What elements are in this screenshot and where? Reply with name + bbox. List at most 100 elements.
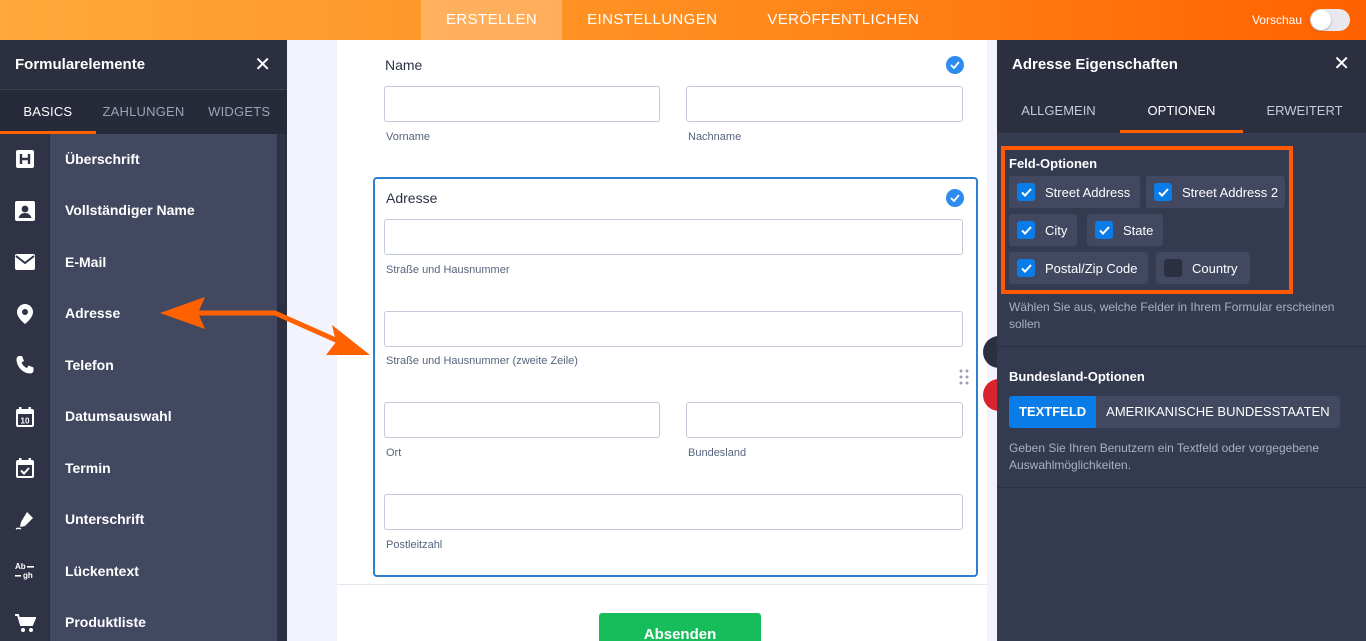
top-nav: ERSTELLEN EINSTELLUNGEN VERÖFFENTLICHEN bbox=[421, 0, 944, 40]
checkbox-checked-icon bbox=[1095, 221, 1113, 239]
last-name-sublabel: Nachname bbox=[688, 131, 742, 143]
state-input[interactable] bbox=[686, 402, 963, 438]
element-label: Vollständiger Name bbox=[50, 185, 277, 237]
form-card: Name Vorname Nachname Adresse Straße und… bbox=[337, 40, 987, 641]
form-elements-list: Überschrift Vollständiger Name E-Mail Ad… bbox=[0, 133, 277, 641]
calendar-check-icon bbox=[0, 442, 50, 494]
form-elements-tabs: BASICS ZAHLUNGEN WIDGETS bbox=[0, 90, 287, 134]
street-address-sublabel: Straße und Hausnummer bbox=[386, 264, 510, 276]
element-item-phone[interactable]: Telefon bbox=[0, 339, 277, 392]
street-address-2-input[interactable] bbox=[384, 311, 963, 347]
option-label: Postal/Zip Code bbox=[1045, 260, 1138, 276]
envelope-icon bbox=[0, 236, 50, 288]
option-street-address[interactable]: Street Address bbox=[1009, 176, 1141, 208]
svg-text:10: 10 bbox=[20, 416, 29, 425]
checkbox-checked-icon bbox=[1017, 183, 1035, 201]
field-options-help: Wählen Sie aus, welche Felder in Ihrem F… bbox=[1009, 300, 1335, 331]
option-label: Country bbox=[1192, 260, 1238, 276]
tab-veroeffentlichen[interactable]: VERÖFFENTLICHEN bbox=[742, 0, 944, 40]
checkbox-unchecked-icon bbox=[1164, 259, 1182, 277]
option-street-address-2[interactable]: Street Address 2 bbox=[1146, 176, 1286, 208]
fill-blank-icon: Ab gh bbox=[0, 545, 50, 597]
tab-optionen[interactable]: OPTIONEN bbox=[1120, 88, 1243, 133]
city-input[interactable] bbox=[384, 402, 660, 438]
form-canvas: Name Vorname Nachname Adresse Straße und… bbox=[287, 40, 1011, 641]
heading-icon bbox=[0, 133, 50, 185]
first-name-input[interactable] bbox=[384, 86, 660, 122]
tab-allgemein[interactable]: ALLGEMEIN bbox=[997, 88, 1120, 133]
properties-panel: Adresse Eigenschaften ✕ ALLGEMEIN OPTION… bbox=[997, 40, 1366, 641]
element-label: Überschrift bbox=[50, 133, 277, 185]
element-label: E-Mail bbox=[50, 236, 277, 288]
map-pin-icon bbox=[0, 288, 50, 340]
element-label: Telefon bbox=[50, 339, 277, 391]
tab-erstellen[interactable]: ERSTELLEN bbox=[421, 0, 563, 40]
preview-label: Vorschau bbox=[1251, 13, 1302, 27]
option-state[interactable]: State bbox=[1087, 214, 1164, 246]
top-bar: ERSTELLEN EINSTELLUNGEN VERÖFFENTLICHEN … bbox=[0, 0, 1366, 40]
option-postal-code[interactable]: Postal/Zip Code bbox=[1009, 252, 1148, 284]
properties-header: Adresse Eigenschaften ✕ bbox=[997, 40, 1366, 88]
tab-zahlungen[interactable]: ZAHLUNGEN bbox=[96, 90, 192, 134]
street-address-input[interactable] bbox=[384, 219, 963, 255]
phone-icon bbox=[0, 339, 50, 391]
section-divider bbox=[997, 346, 1366, 347]
calendar-icon: 10 bbox=[0, 391, 50, 443]
city-sublabel: Ort bbox=[386, 447, 402, 459]
tab-basics[interactable]: BASICS bbox=[0, 90, 96, 134]
element-item-signature[interactable]: Unterschrift bbox=[0, 494, 277, 546]
checkbox-checked-icon bbox=[1154, 183, 1172, 201]
element-label: Unterschrift bbox=[50, 494, 277, 546]
last-name-input[interactable] bbox=[686, 86, 963, 122]
properties-title: Adresse Eigenschaften bbox=[1012, 55, 1178, 73]
element-item-product-list[interactable]: Produktliste bbox=[0, 597, 277, 641]
option-country[interactable]: Country bbox=[1156, 252, 1250, 284]
textfield-option-button[interactable]: TEXTFELD bbox=[1009, 396, 1097, 428]
element-item-fill-blank[interactable]: Ab gh Lückentext bbox=[0, 545, 277, 598]
svg-text:gh: gh bbox=[23, 571, 33, 580]
form-elements-header: Formularelemente ✕ bbox=[0, 40, 287, 90]
checkmark-icon bbox=[946, 189, 964, 207]
state-options-toggle: TEXTFELD AMERIKANISCHE BUNDESSTAATEN bbox=[1009, 396, 1340, 428]
drag-handle-icon[interactable] bbox=[959, 369, 969, 385]
element-label: Adresse bbox=[50, 288, 277, 340]
person-card-icon bbox=[0, 185, 50, 237]
tab-widgets[interactable]: WIDGETS bbox=[191, 90, 287, 134]
option-label: City bbox=[1045, 222, 1068, 238]
form-divider bbox=[337, 584, 987, 585]
element-item-address[interactable]: Adresse bbox=[0, 288, 277, 340]
postal-code-sublabel: Postleitzahl bbox=[386, 539, 443, 551]
postal-code-input[interactable] bbox=[384, 494, 963, 530]
properties-body: Feld-Optionen Street Address Street Addr… bbox=[997, 134, 1366, 641]
first-name-sublabel: Vorname bbox=[386, 131, 431, 143]
checkmark-icon bbox=[946, 56, 964, 74]
element-label: Termin bbox=[50, 442, 277, 494]
element-item-full-name[interactable]: Vollständiger Name bbox=[0, 185, 277, 237]
close-icon[interactable]: ✕ bbox=[1333, 54, 1350, 74]
name-field-label: Name bbox=[385, 57, 423, 73]
element-item-heading[interactable]: Überschrift bbox=[0, 133, 277, 186]
preview-toggle[interactable] bbox=[1310, 9, 1350, 31]
properties-tabs: ALLGEMEIN OPTIONEN ERWEITERT bbox=[997, 88, 1366, 134]
us-states-option-button[interactable]: AMERIKANISCHE BUNDESSTAATEN bbox=[1096, 396, 1340, 428]
checkbox-checked-icon bbox=[1017, 259, 1035, 277]
svg-text:Ab: Ab bbox=[15, 562, 26, 571]
form-elements-title: Formularelemente bbox=[15, 56, 146, 73]
state-options-title: Bundesland-Optionen bbox=[1009, 369, 1145, 384]
element-item-email[interactable]: E-Mail bbox=[0, 236, 277, 289]
element-item-appointment[interactable]: Termin bbox=[0, 442, 277, 495]
close-icon[interactable]: ✕ bbox=[254, 55, 271, 75]
element-label: Datumsauswahl bbox=[50, 391, 277, 443]
state-sublabel: Bundesland bbox=[688, 447, 747, 459]
option-city[interactable]: City bbox=[1009, 214, 1078, 246]
submit-button[interactable]: Absenden bbox=[599, 613, 761, 641]
pen-icon bbox=[0, 494, 50, 546]
state-options-help: Geben Sie Ihren Benutzern ein Textfeld o… bbox=[1009, 441, 1319, 472]
tab-erweitert[interactable]: ERWEITERT bbox=[1243, 88, 1366, 133]
option-label: Street Address bbox=[1045, 184, 1131, 200]
element-item-date-picker[interactable]: 10 Datumsauswahl bbox=[0, 391, 277, 443]
tab-einstellungen[interactable]: EINSTELLUNGEN bbox=[562, 0, 742, 40]
form-elements-scrollbar[interactable] bbox=[277, 134, 287, 641]
element-label: Lückentext bbox=[50, 545, 277, 597]
checkbox-checked-icon bbox=[1017, 221, 1035, 239]
